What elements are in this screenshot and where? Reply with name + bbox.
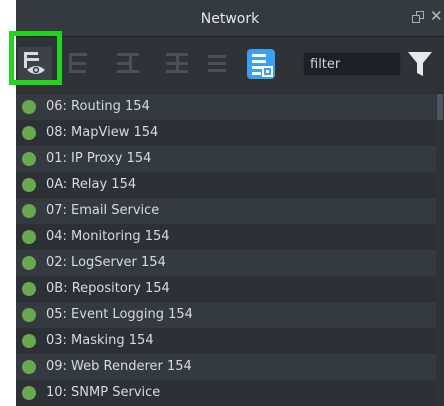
status-online-icon: [22, 308, 36, 322]
status-online-icon: [22, 282, 36, 296]
list-item-label: 06: Routing 154: [46, 99, 150, 114]
expand-tree-button[interactable]: [64, 47, 98, 81]
show-hidden-button[interactable]: [18, 47, 52, 81]
list-item-label: 04: Monitoring 154: [46, 229, 170, 244]
list-item-label: 01: IP Proxy 154: [46, 151, 152, 166]
details-list-button[interactable]: [247, 49, 275, 79]
status-online-icon: [22, 230, 36, 244]
collapse-tree-button[interactable]: [112, 47, 146, 81]
list-item[interactable]: 10: SNMP Service: [16, 380, 436, 406]
group-button[interactable]: [160, 47, 194, 81]
status-online-icon: [22, 334, 36, 348]
close-icon[interactable]: ✕: [430, 9, 443, 24]
list-item-label: 0B: Repository 154: [46, 281, 170, 296]
status-online-icon: [22, 100, 36, 114]
list-item[interactable]: 07: Email Service: [16, 198, 436, 224]
group-icon: [166, 53, 188, 73]
panel-title: Network: [200, 11, 260, 27]
status-online-icon: [22, 386, 36, 400]
list-item[interactable]: 02: LogServer 154: [16, 250, 436, 276]
filter-input[interactable]: [304, 53, 400, 75]
list-item[interactable]: 05: Event Logging 154: [16, 302, 436, 328]
status-online-icon: [22, 152, 36, 166]
status-online-icon: [22, 204, 36, 218]
node-list: 06: Routing 154 08: MapView 154 01: IP Pro…: [16, 94, 436, 406]
list-item-label: 09: Web Renderer 154: [46, 359, 192, 374]
list-item[interactable]: 08: MapView 154: [16, 120, 436, 146]
list-view-button[interactable]: [202, 47, 236, 81]
network-panel-body: Network ✕ filter 06: Routing 154 08: Map…: [16, 0, 444, 406]
network-panel: Network ✕ filter 06: Routing 154 08: Map…: [0, 0, 444, 406]
list-item[interactable]: 06: Routing 154: [16, 94, 436, 120]
list-item-label: 10: SNMP Service: [46, 385, 161, 400]
scrollbar-thumb[interactable]: [437, 94, 443, 120]
list-item[interactable]: 04: Monitoring 154: [16, 224, 436, 250]
list-item[interactable]: 01: IP Proxy 154: [16, 146, 436, 172]
details-list-icon: [252, 54, 273, 77]
list-item-label: 08: MapView 154: [46, 125, 159, 140]
list-item-label: 03: Masking 154: [46, 333, 154, 348]
funnel-icon: [408, 52, 432, 76]
status-online-icon: [22, 256, 36, 270]
list-item[interactable]: 09: Web Renderer 154: [16, 354, 436, 380]
list-item[interactable]: 0A: Relay 154: [16, 172, 436, 198]
list-icon: [208, 55, 226, 72]
list-item[interactable]: 03: Masking 154: [16, 328, 436, 354]
list-scrollbar[interactable]: [436, 94, 444, 406]
float-window-icon[interactable]: [412, 11, 424, 23]
filter-button[interactable]: [405, 48, 435, 80]
list-item-label: 0A: Relay 154: [46, 177, 137, 192]
toolbar: [16, 37, 444, 93]
status-online-icon: [22, 126, 36, 140]
list-item[interactable]: 0B: Repository 154: [16, 276, 436, 302]
list-item-label: 07: Email Service: [46, 203, 160, 218]
status-online-icon: [22, 360, 36, 374]
list-item-label: 05: Event Logging 154: [46, 307, 193, 322]
status-online-icon: [22, 178, 36, 192]
collapse-tree-icon: [117, 53, 139, 73]
list-item-label: 02: LogServer 154: [46, 255, 166, 270]
panel-titlebar: Network ✕: [16, 0, 444, 37]
filter-field[interactable]: [303, 52, 401, 76]
expand-tree-icon: [69, 53, 87, 73]
tree-view-eye-icon: [24, 52, 45, 74]
